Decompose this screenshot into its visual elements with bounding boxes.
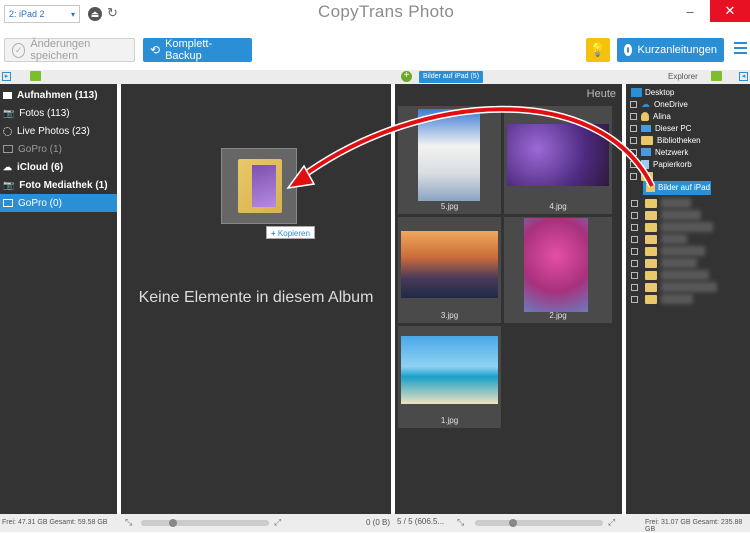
zoom-out-icon[interactable]: ⤡	[125, 517, 132, 528]
slider-handle[interactable]	[509, 519, 517, 527]
zoom-slider[interactable]	[141, 519, 269, 527]
zoom-slider[interactable]	[475, 519, 603, 527]
left-free-space: Frei: 47.31 GB Gesamt: 59.58 GB	[2, 519, 108, 526]
pc-item-count: 5 / 5 (606.5...	[397, 517, 445, 526]
slider-handle[interactable]	[169, 519, 177, 527]
zoom-in-icon[interactable]: ⤢	[608, 517, 615, 528]
right-free-space: Frei: 31.07 GB Gesamt: 235.88 GB	[645, 519, 743, 533]
zoom-out-icon[interactable]: ⤡	[457, 517, 464, 528]
album-item-count: 0 (0 B)	[365, 518, 390, 527]
drag-arrow	[286, 105, 656, 190]
zoom-in-icon[interactable]: ⤢	[274, 517, 281, 528]
